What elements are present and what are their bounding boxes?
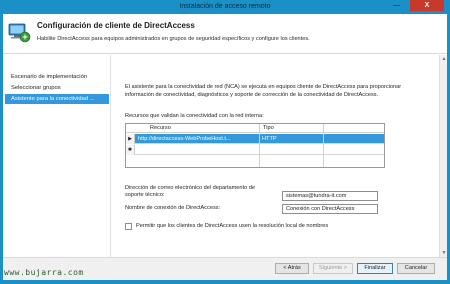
row-selector[interactable]: ▶ xyxy=(126,134,135,144)
title-bar[interactable]: Instalación de acceso remoto — X xyxy=(0,0,450,14)
grid-column-divider xyxy=(259,124,260,167)
back-button[interactable]: < Atrás xyxy=(275,263,309,274)
scroll-down-icon[interactable]: ▼ xyxy=(441,250,447,256)
local-resolution-checkbox[interactable] xyxy=(125,223,132,230)
email-label: Dirección de correo electrónico del depa… xyxy=(125,185,255,198)
cell-type[interactable]: HTTP xyxy=(262,134,322,144)
wizard-client-area: Configuración de cliente de DirectAccess… xyxy=(3,14,447,280)
cancel-button[interactable]: Cancelar xyxy=(397,263,435,274)
table-row-new[interactable]: ✱ xyxy=(126,145,384,155)
window-title: Instalación de acceso remoto xyxy=(179,3,271,10)
wizard-header: Configuración de cliente de DirectAccess… xyxy=(3,14,447,54)
wizard-steps-nav: Escenario de implementación Seleccionar … xyxy=(3,55,111,257)
email-field[interactable]: sistemas@tundra-it.com xyxy=(282,191,378,201)
cell-resource[interactable]: http://directaccess-WebProbeHost.t... xyxy=(138,134,256,144)
cell-type[interactable] xyxy=(262,145,322,155)
vertical-scrollbar[interactable]: ▲ ▼ xyxy=(439,55,447,257)
resources-label: Recursos que validan la conectividad con… xyxy=(125,113,264,119)
window-frame: Instalación de acceso remoto — X Configu… xyxy=(0,0,450,284)
nav-item-connectivity-assistant[interactable]: Asistente para la conectividad ... xyxy=(5,94,109,104)
intro-text: El asistente para la conectividad de red… xyxy=(125,84,402,98)
nav-item-scenario[interactable]: Escenario de implementación xyxy=(5,72,109,82)
watermark: www.bujarra.com xyxy=(4,268,84,277)
connection-name-field[interactable]: Conexión con DirectAccess xyxy=(282,204,378,214)
cell-resource[interactable] xyxy=(138,145,256,155)
column-header-resource[interactable]: Recurso xyxy=(150,125,171,131)
scroll-up-icon[interactable]: ▲ xyxy=(441,56,447,62)
next-button[interactable]: Siguiente > xyxy=(313,263,353,274)
resources-grid[interactable]: Recurso Tipo ▶ http://directaccess-WebPr… xyxy=(125,123,385,168)
new-row-marker[interactable]: ✱ xyxy=(126,145,135,155)
page-subtitle: Habilite DirectAccess para equipos admin… xyxy=(37,36,310,42)
directaccess-computer-icon xyxy=(8,23,31,43)
finish-button[interactable]: Finalizar xyxy=(357,263,393,274)
connection-name-label: Nombre de conexión de DirectAccess: xyxy=(125,205,221,211)
minimize-button[interactable]: — xyxy=(388,0,405,11)
grid-column-divider xyxy=(323,124,324,167)
wizard-content: El asistente para la conectividad de red… xyxy=(112,55,447,257)
local-resolution-label[interactable]: Permitir que los clientes de DirectAcces… xyxy=(136,223,328,229)
column-header-type[interactable]: Tipo xyxy=(263,125,274,131)
grid-header: Recurso Tipo xyxy=(126,124,384,133)
page-title: Configuración de cliente de DirectAccess xyxy=(37,21,195,30)
nav-item-select-groups[interactable]: Seleccionar grupos xyxy=(5,83,109,93)
close-button[interactable]: X xyxy=(410,0,444,11)
table-row[interactable]: ▶ http://directaccess-WebProbeHost.t... … xyxy=(126,134,384,144)
